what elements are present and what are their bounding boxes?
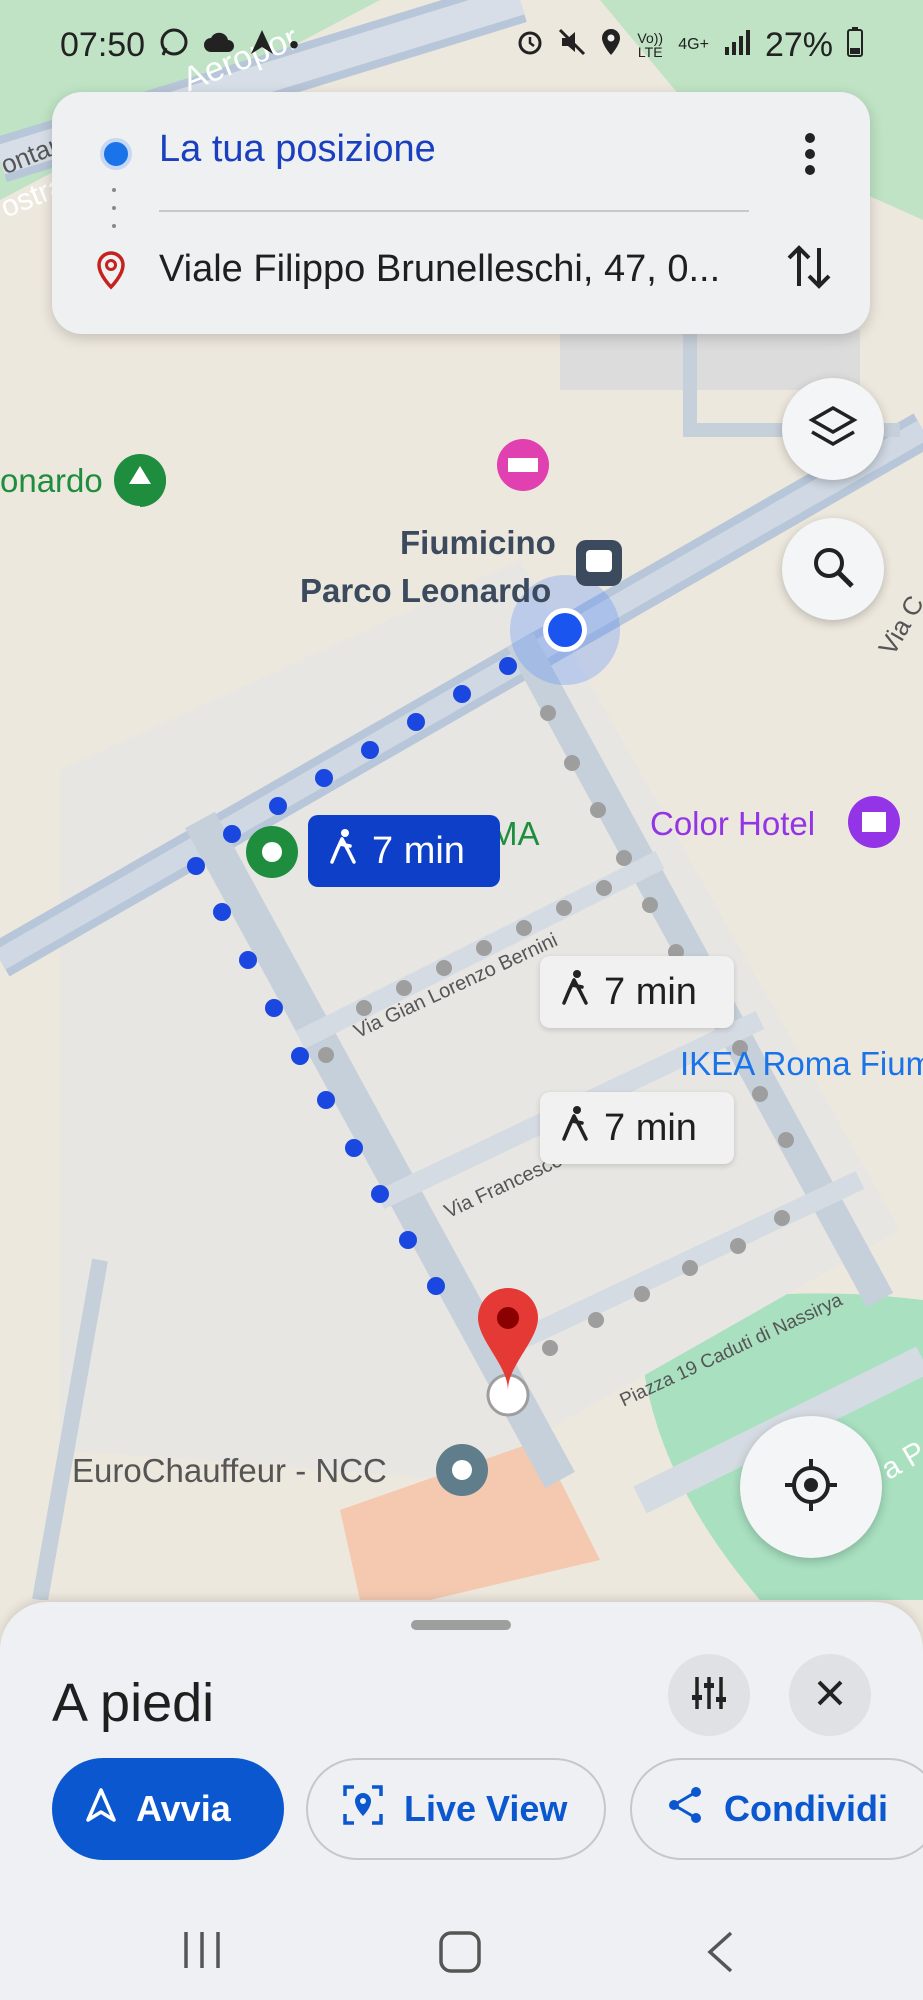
battery-icon [847, 26, 863, 64]
eurochauffeur-poi-icon [436, 1444, 488, 1496]
mute-icon [558, 28, 586, 63]
walking-icon [328, 828, 358, 874]
whatsapp-icon [159, 27, 189, 64]
back-icon[interactable] [705, 1930, 735, 1979]
route-pill-selected[interactable]: 7 min [308, 815, 500, 887]
destination-pin-small-icon [96, 250, 126, 295]
route-pill-label: 7 min [604, 970, 697, 1013]
hotel-landmark-icon [848, 796, 900, 848]
route-pill-alt-2[interactable]: 7 min [540, 1092, 734, 1164]
search-icon [810, 544, 856, 595]
poi-label-leonardo-park: onardo [0, 462, 103, 499]
directions-card: La tua posizione Viale Filippo Brunelles… [52, 92, 870, 334]
swap-directions-icon[interactable] [786, 242, 832, 297]
start-navigation-button[interactable]: Avvia [52, 1758, 284, 1860]
live-view-button[interactable]: Live View [306, 1758, 606, 1860]
walking-icon [560, 1105, 590, 1151]
live-view-label: Live View [404, 1788, 568, 1829]
route-connector-icon [112, 188, 116, 228]
layers-button[interactable] [782, 378, 884, 480]
route-options-button[interactable] [668, 1654, 750, 1736]
navigation-arrow-icon [86, 1787, 116, 1831]
signal-icon [723, 29, 751, 62]
sheet-drag-handle[interactable] [411, 1620, 511, 1630]
route-divider [159, 210, 749, 212]
volte-icon: Vo)) LTE [637, 30, 664, 60]
station-poi-icon [576, 540, 622, 586]
share-label: Condividi [724, 1788, 888, 1829]
share-button[interactable]: Condividi [630, 1758, 923, 1860]
navigation-icon [249, 28, 275, 63]
station-label-line2: Parco Leonardo [300, 572, 552, 609]
poi-label-color-hotel: Color Hotel [650, 805, 816, 842]
4g-icon: 4G+ [678, 36, 709, 53]
my-location-button[interactable] [740, 1416, 882, 1558]
my-location-icon [783, 1457, 839, 1518]
battery-percent: 27% [764, 25, 833, 64]
share-icon [666, 1785, 704, 1834]
live-view-icon [342, 1784, 384, 1835]
destination-field[interactable]: Viale Filippo Brunelleschi, 47, 0... [159, 248, 720, 291]
dot-icon: • [289, 29, 299, 60]
hotel-poi-icon [497, 439, 549, 491]
close-icon [815, 1678, 845, 1713]
route-pill-label: 7 min [372, 829, 465, 872]
route-pill-alt-1[interactable]: 7 min [540, 956, 734, 1028]
status-bar: 07:50 • Vo)) LTE 4G+ 27% [0, 0, 923, 90]
origin-field[interactable]: La tua posizione [159, 128, 436, 171]
travel-mode-title: A piedi [52, 1673, 215, 1733]
location-icon [600, 27, 622, 64]
status-time: 07:50 [60, 25, 146, 64]
route-pill-label: 7 min [604, 1106, 697, 1149]
poi-green-icon [246, 826, 298, 878]
system-nav-bar [0, 1890, 923, 2000]
station-label-line1: Fiumicino [400, 524, 556, 561]
poi-label-eurochauffeur: EuroChauffeur - NCC [72, 1452, 387, 1489]
tune-icon [689, 1673, 729, 1718]
search-button[interactable] [782, 518, 884, 620]
walking-icon [560, 969, 590, 1015]
recent-apps-icon[interactable] [180, 1930, 224, 1975]
layers-icon [808, 404, 858, 455]
alarm-icon [516, 28, 544, 63]
cloud-icon [203, 29, 235, 61]
close-button[interactable] [789, 1654, 871, 1736]
home-icon[interactable] [438, 1930, 482, 1979]
more-options-icon[interactable] [804, 132, 816, 181]
poi-label-ikea: IKEA Roma Fium [680, 1045, 923, 1082]
start-navigation-label: Avvia [136, 1788, 231, 1829]
origin-dot-icon [100, 138, 132, 170]
